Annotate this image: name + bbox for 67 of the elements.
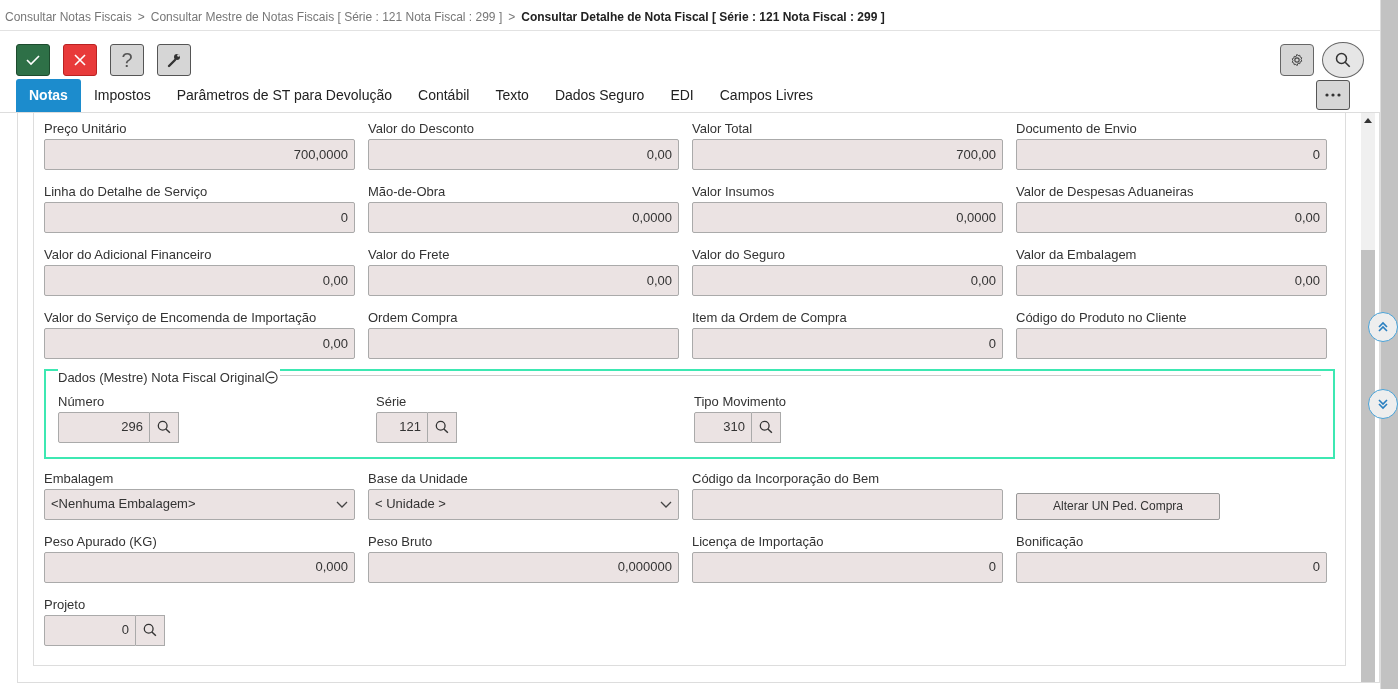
field-label: Item da Ordem de Compra — [692, 310, 848, 325]
input-field[interactable]: 121 — [376, 411, 428, 443]
breadcrumb-separator: > — [508, 9, 516, 26]
input-field[interactable]: 0,000000 — [368, 551, 679, 583]
field-label: Série — [376, 393, 408, 409]
field-label: Peso Apurado (KG) — [44, 533, 158, 549]
field-label: Preço Unitário — [44, 121, 128, 136]
tab[interactable]: EDI — [657, 79, 707, 112]
input-field[interactable]: 0 — [44, 614, 136, 646]
field-label: Código da Incorporação do Bem — [692, 470, 881, 486]
breadcrumb-link[interactable]: Consultar Notas Fiscais — [5, 8, 132, 30]
input-field[interactable]: 0,00 — [692, 265, 1003, 296]
tab[interactable]: Dados Seguro — [541, 79, 658, 112]
tab[interactable]: Impostos — [80, 79, 164, 112]
dropdown[interactable]: < Unidade > — [368, 488, 679, 520]
field-label: Licença de Importação — [692, 533, 825, 549]
field-label: Linha do Detalhe de Serviço — [44, 184, 209, 199]
input-field[interactable]: 0 — [1016, 551, 1327, 583]
field-label: Valor de Despesas Aduaneiras — [1016, 184, 1195, 199]
help-button[interactable]: ? — [110, 44, 144, 76]
input-field[interactable]: 0 — [692, 551, 1003, 583]
field-label: Valor Insumos — [692, 184, 776, 199]
input-field[interactable]: 0,00 — [44, 328, 355, 359]
field-label: Valor do Serviço de Encomenda de Importação — [44, 310, 318, 325]
input-field[interactable]: 0,0000 — [368, 202, 679, 233]
tab[interactable]: Texto — [482, 79, 542, 112]
field-label: Projeto — [44, 596, 87, 612]
field-label: Número — [58, 393, 106, 409]
input-field[interactable]: 700,00 — [692, 139, 1003, 170]
field-label: Valor da Embalagem — [1016, 247, 1138, 262]
field-label: Documento de Envio — [1016, 121, 1138, 136]
input-field[interactable]: 0,00 — [368, 265, 679, 296]
input-field[interactable]: 0 — [44, 202, 355, 233]
field-label: Código do Produto no Cliente — [1016, 310, 1188, 325]
field-label: Valor do Seguro — [692, 247, 786, 262]
action-button[interactable]: Alterar UN Ped. Compra — [1016, 492, 1220, 520]
input-field[interactable]: 0 — [1016, 139, 1327, 170]
tab[interactable]: Contábil — [405, 79, 483, 112]
group-legend: Dados (Mestre) Nota Fiscal Original — [58, 368, 265, 388]
field-label: Mão-de-Obra — [368, 184, 447, 199]
field-label: Ordem Compra — [368, 310, 459, 325]
field-label: Valor Total — [692, 121, 754, 136]
field-label: Tipo Movimento — [694, 393, 787, 409]
input-field[interactable]: 0,0000 — [692, 202, 1003, 233]
input-field[interactable]: 296 — [58, 411, 150, 443]
field-label: Base da Unidade — [368, 470, 469, 486]
tab[interactable]: Parâmetros de ST para Devolução — [163, 79, 406, 112]
dropdown[interactable]: <Nenhuma Embalagem> — [44, 488, 355, 520]
breadcrumb-separator: > — [137, 9, 145, 26]
input-field[interactable]: 310 — [694, 411, 752, 443]
input-field[interactable]: 0,00 — [1016, 202, 1327, 233]
field-label: Valor do Desconto — [368, 121, 475, 136]
breadcrumb-current: Consultar Detalhe de Nota Fiscal [ Série : 121 Nota Fiscal : 299 ] — [521, 9, 885, 26]
field-label: Valor do Adicional Financeiro — [44, 247, 213, 262]
field-label: Valor do Frete — [368, 247, 451, 262]
input-field[interactable]: 0,00 — [44, 265, 355, 296]
input-field[interactable]: 0,000 — [44, 551, 355, 583]
tab[interactable]: Campos Livres — [706, 79, 827, 112]
field-label: Peso Bruto — [368, 533, 434, 549]
input-field[interactable]: 0,00 — [1016, 265, 1327, 296]
input-field[interactable]: 0 — [692, 328, 1003, 359]
field-label: Bonificação — [1016, 533, 1085, 549]
tab[interactable]: Notas — [16, 79, 81, 112]
field-label: Embalagem — [44, 470, 115, 486]
breadcrumb-link[interactable]: Consultar Mestre de Notas Fiscais [ Série : 121 Nota Fiscal : 299 ] — [150, 8, 503, 30]
input-field[interactable]: 0,00 — [368, 139, 679, 170]
input-field[interactable]: 700,0000 — [44, 139, 355, 170]
